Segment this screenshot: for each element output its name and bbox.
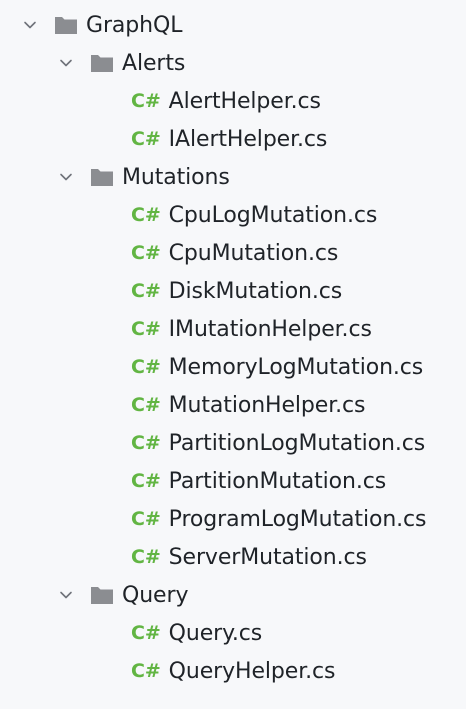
tree-file-label: ProgramLogMutation.cs	[168, 506, 427, 532]
tree-file-alerthelper[interactable]: C# AlertHelper.cs	[0, 82, 466, 120]
tree-file-queryhelper[interactable]: C# QueryHelper.cs	[0, 652, 466, 690]
tree-file-servermutation[interactable]: C# ServerMutation.cs	[0, 538, 466, 576]
tree-folder-label: GraphQL	[86, 12, 183, 38]
tree-file-query[interactable]: C# Query.cs	[0, 614, 466, 652]
tree-folder-query[interactable]: Query	[0, 576, 466, 614]
tree-file-memorylogmutation[interactable]: C# MemoryLogMutation.cs	[0, 348, 466, 386]
tree-folder-label: Query	[122, 582, 189, 608]
tree-folder-graphql[interactable]: GraphQL	[0, 6, 466, 44]
tree-file-label: MutationHelper.cs	[168, 392, 366, 418]
tree-file-label: IAlertHelper.cs	[168, 126, 328, 152]
csharp-file-icon: C#	[131, 394, 161, 416]
tree-file-ialerthelper[interactable]: C# IAlertHelper.cs	[0, 120, 466, 158]
csharp-file-icon: C#	[131, 280, 161, 302]
csharp-file-icon: C#	[131, 128, 161, 150]
tree-file-label: PartitionLogMutation.cs	[168, 430, 426, 456]
csharp-file-icon: C#	[131, 90, 161, 112]
chevron-down-icon[interactable]	[58, 169, 74, 185]
tree-file-mutationhelper[interactable]: C# MutationHelper.cs	[0, 386, 466, 424]
folder-icon	[90, 167, 114, 187]
tree-folder-alerts[interactable]: Alerts	[0, 44, 466, 82]
folder-icon	[90, 53, 114, 73]
chevron-down-icon[interactable]	[22, 17, 38, 33]
csharp-file-icon: C#	[131, 470, 161, 492]
tree-file-label: Query.cs	[168, 620, 263, 646]
tree-file-programlogmutation[interactable]: C# ProgramLogMutation.cs	[0, 500, 466, 538]
tree-file-label: ServerMutation.cs	[168, 544, 367, 570]
csharp-file-icon: C#	[131, 242, 161, 264]
chevron-down-icon[interactable]	[58, 55, 74, 71]
csharp-file-icon: C#	[131, 318, 161, 340]
tree-file-label: CpuMutation.cs	[168, 240, 339, 266]
tree-file-label: AlertHelper.cs	[168, 88, 321, 114]
folder-icon	[54, 15, 78, 35]
csharp-file-icon: C#	[131, 546, 161, 568]
tree-file-cpumutation[interactable]: C# CpuMutation.cs	[0, 234, 466, 272]
tree-file-label: PartitionMutation.cs	[168, 468, 387, 494]
tree-file-partitionmutation[interactable]: C# PartitionMutation.cs	[0, 462, 466, 500]
csharp-file-icon: C#	[131, 432, 161, 454]
chevron-down-icon[interactable]	[58, 587, 74, 603]
tree-file-label: DiskMutation.cs	[168, 278, 343, 304]
csharp-file-icon: C#	[131, 356, 161, 378]
tree-folder-mutations[interactable]: Mutations	[0, 158, 466, 196]
tree-folder-label: Alerts	[122, 50, 186, 76]
tree-file-diskmutation[interactable]: C# DiskMutation.cs	[0, 272, 466, 310]
tree-file-imutationhelper[interactable]: C# IMutationHelper.cs	[0, 310, 466, 348]
tree-file-label: MemoryLogMutation.cs	[168, 354, 424, 380]
folder-icon	[90, 585, 114, 605]
tree-file-label: QueryHelper.cs	[168, 658, 336, 684]
csharp-file-icon: C#	[131, 622, 161, 644]
tree-file-label: IMutationHelper.cs	[168, 316, 372, 342]
csharp-file-icon: C#	[131, 204, 161, 226]
tree-file-partitionlogmutation[interactable]: C# PartitionLogMutation.cs	[0, 424, 466, 462]
project-tree: GraphQL Alerts C# AlertHelper.cs C# IAle…	[0, 0, 466, 709]
tree-folder-label: Mutations	[122, 164, 230, 190]
tree-file-cpulogmutation[interactable]: C# CpuLogMutation.cs	[0, 196, 466, 234]
csharp-file-icon: C#	[131, 660, 161, 682]
csharp-file-icon: C#	[131, 508, 161, 530]
tree-file-label: CpuLogMutation.cs	[168, 202, 378, 228]
